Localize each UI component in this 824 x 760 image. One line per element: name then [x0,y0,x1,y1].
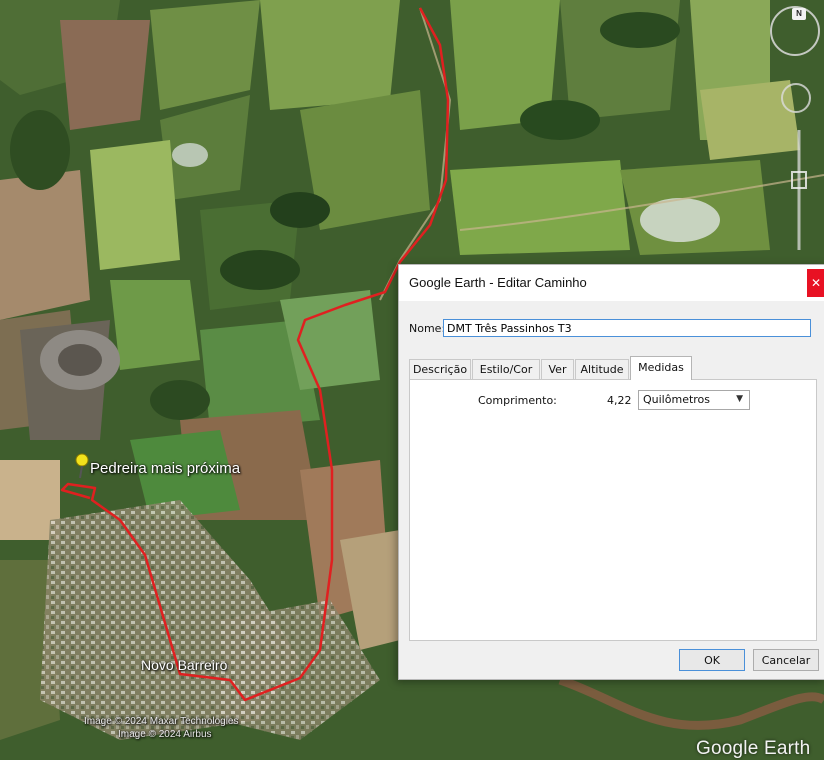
dialog-title: Google Earth - Editar Caminho [409,275,587,290]
google-earth-logo: Google Earth [696,738,811,759]
measurements-panel: Comprimento: 4,22 Quilômetros ▼ [409,379,817,641]
tab-descricao[interactable]: Descrição [409,359,471,379]
imagery-copyright-maxar: Image © 2024 Maxar Technologies [84,716,239,727]
tab-ver[interactable]: Ver [541,359,574,379]
tab-medidas[interactable]: Medidas [630,356,692,380]
length-label: Comprimento: [478,394,557,407]
ok-button[interactable]: OK [679,649,745,671]
length-value: 4,22 [607,394,632,407]
chevron-down-icon: ▼ [736,394,743,404]
tab-altitude[interactable]: Altitude [575,359,629,379]
unit-selected-value: Quilômetros [643,393,711,406]
dialog-titlebar[interactable]: Google Earth - Editar Caminho ✕ [399,265,824,301]
look-around-control[interactable] [776,78,816,118]
place-label-town: Novo Barreiro [141,657,228,673]
imagery-copyright-airbus: Image © 2024 Airbus [118,729,212,740]
placemark-label-quarry[interactable]: Pedreira mais próxima [90,460,240,477]
unit-dropdown[interactable]: Quilômetros ▼ [638,390,750,410]
cancel-button[interactable]: Cancelar [753,649,819,671]
edit-path-dialog: Google Earth - Editar Caminho ✕ Nome: De… [398,264,824,680]
tab-estilo-cor[interactable]: Estilo/Cor [472,359,540,379]
north-indicator-icon[interactable]: N [792,8,806,20]
close-icon[interactable]: ✕ [807,269,824,297]
name-input[interactable] [443,319,811,337]
zoom-slider[interactable] [793,130,805,250]
name-label: Nome: [409,322,446,335]
